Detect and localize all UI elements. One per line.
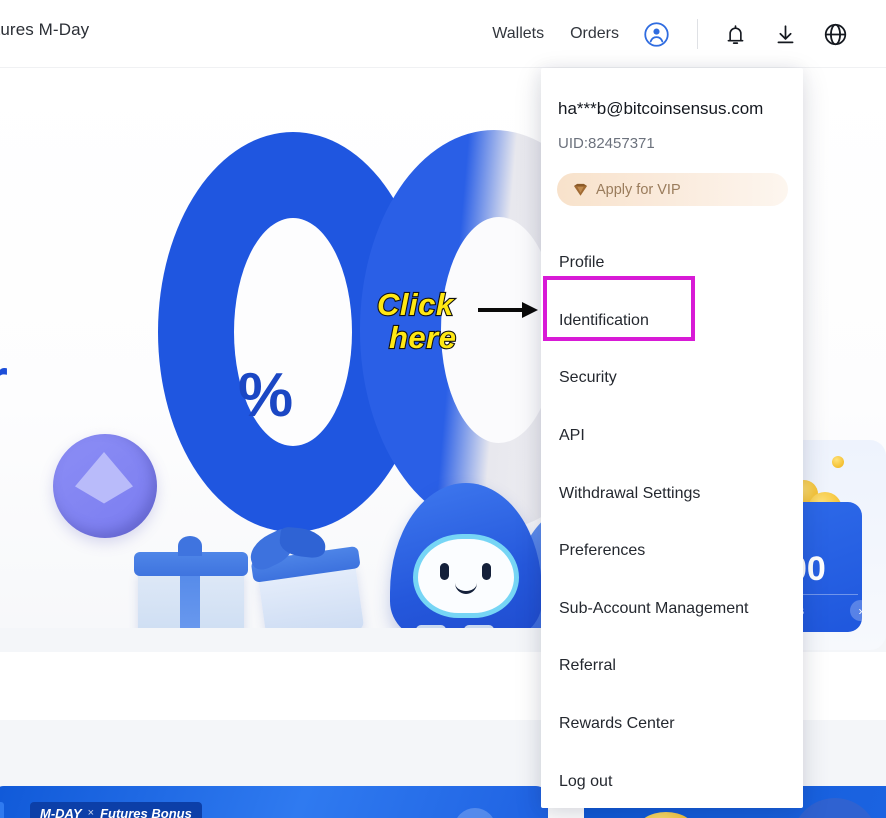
account-icon[interactable] <box>639 17 673 51</box>
gift-box-icon-1 <box>134 536 248 628</box>
header-divider <box>697 19 698 49</box>
chevron-right-icon[interactable]: › <box>850 600 862 621</box>
header-nav-right: Wallets Orders <box>492 0 860 68</box>
page-title: utures M-Day <box>0 20 90 39</box>
click-here-line1: Click <box>376 287 454 323</box>
menu-item-referral[interactable]: Referral <box>541 651 803 681</box>
promo-gold-icon <box>636 812 696 818</box>
account-email: ha***b@bitcoinsensus.com <box>558 99 764 118</box>
menu-item-identification[interactable]: Identification <box>541 306 803 336</box>
promo-tag-text-1: M-DAY <box>40 805 82 818</box>
account-uid: UID:82457371 <box>558 135 655 152</box>
menu-item-withdrawal-settings[interactable]: Withdrawal Settings <box>541 479 803 509</box>
mascot-character <box>390 483 542 628</box>
gift-box-icon-2 <box>244 526 365 628</box>
promo-card-mday-futures-bonus[interactable]: os M-DAY × Futures Bonus <box>0 786 548 818</box>
hero-partial-headline-text: r <box>0 351 8 407</box>
promo-tag-label: M-DAY × Futures Bonus <box>30 802 202 818</box>
language-globe-icon[interactable] <box>818 17 852 51</box>
click-here-annotation: Click here <box>376 287 457 356</box>
menu-item-api[interactable]: API <box>541 421 803 451</box>
menu-item-profile[interactable]: Profile <box>541 248 803 278</box>
vip-gem-icon <box>573 183 588 196</box>
apply-for-vip-label: Apply for VIP <box>596 181 681 198</box>
top-header-bar: utures M-Day Wallets Orders <box>0 0 886 68</box>
promo-minitag: os <box>0 802 4 818</box>
apply-for-vip-button[interactable]: Apply for VIP <box>557 173 788 206</box>
account-dropdown-menu: ha***b@bitcoinsensus.com UID:82457371 Ap… <box>541 68 803 808</box>
menu-item-rewards-center[interactable]: Rewards Center <box>541 709 803 739</box>
promo-tag-text-2: Futures Bonus <box>100 805 192 818</box>
menu-item-log-out[interactable]: Log out <box>541 767 803 797</box>
menu-item-sub-account-management[interactable]: Sub-Account Management <box>541 594 803 624</box>
menu-item-security[interactable]: Security <box>541 363 803 393</box>
hero-percent-symbol: % <box>238 361 294 430</box>
promo-badge-icon <box>454 808 496 818</box>
arrow-right-icon <box>478 302 538 318</box>
promo-tag-separator: × <box>87 807 95 818</box>
ethereum-coin-icon <box>53 434 157 538</box>
notification-bell-icon[interactable] <box>718 17 752 51</box>
click-here-line2: here <box>388 320 457 356</box>
download-icon[interactable] <box>768 17 802 51</box>
nav-orders[interactable]: Orders <box>570 25 619 43</box>
app-root: % r Click here <box>0 0 886 818</box>
menu-item-preferences[interactable]: Preferences <box>541 536 803 566</box>
nav-wallets[interactable]: Wallets <box>492 25 544 43</box>
